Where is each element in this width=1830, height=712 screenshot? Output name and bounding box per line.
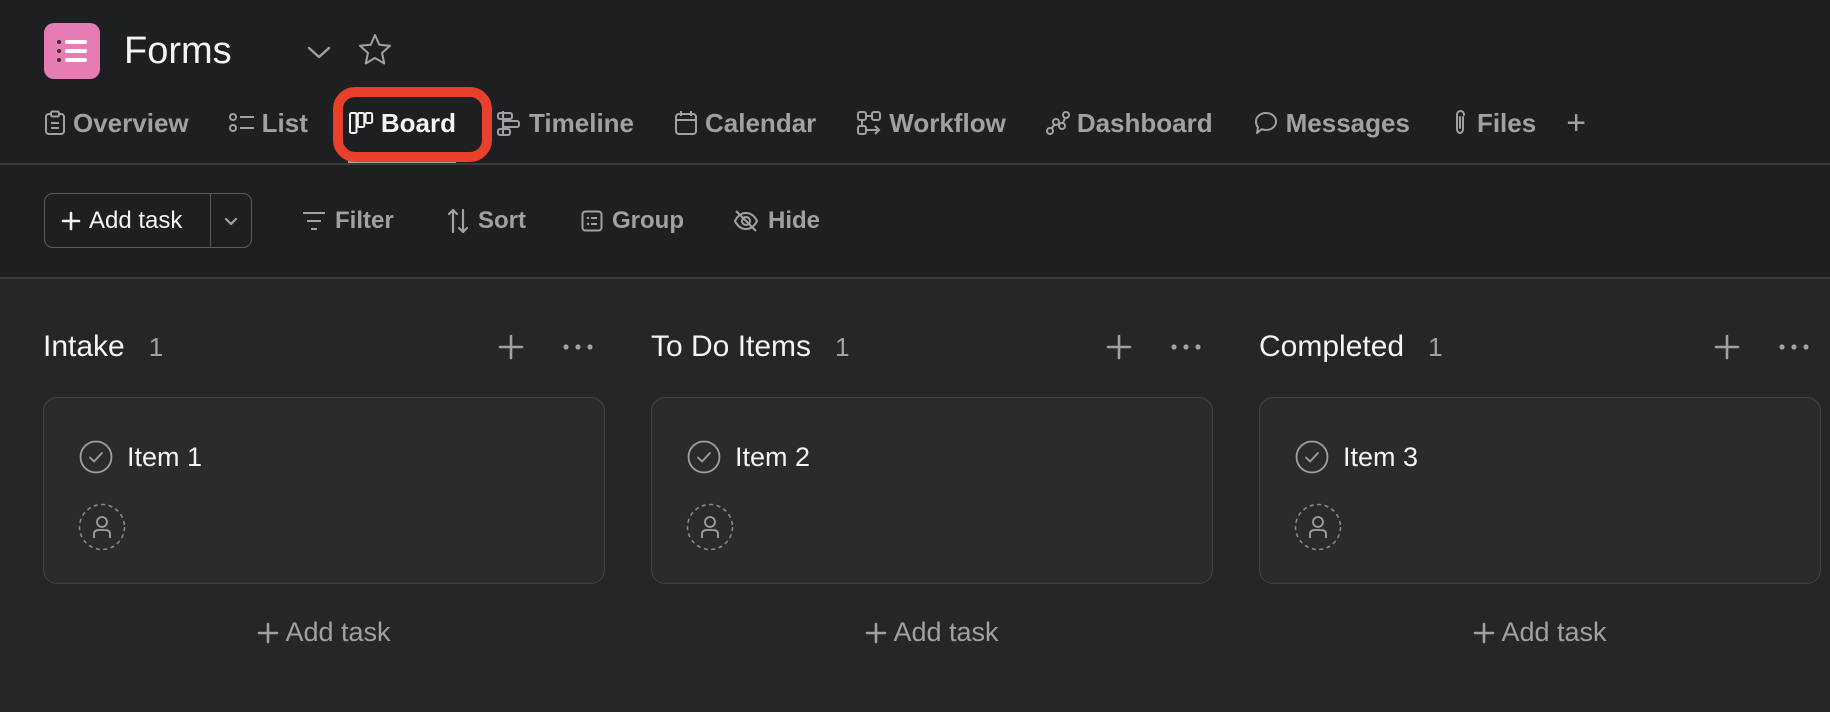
- task-title: Item 1: [127, 442, 203, 472]
- dashboard-icon: [1045, 111, 1070, 135]
- board-column-to-do-items: To Do Items 1 Item 2 Add task: [651, 279, 1214, 712]
- column-more-options-icon[interactable]: [1168, 332, 1204, 362]
- favorite-star-icon[interactable]: [357, 32, 393, 68]
- tab-label: Messages: [1285, 107, 1410, 138]
- tab-dashboard[interactable]: Dashboard: [1045, 100, 1213, 146]
- add-task-label: Add task: [89, 206, 183, 234]
- add-tab-button[interactable]: +: [1566, 100, 1586, 146]
- column-add-task-plus-icon[interactable]: [1104, 332, 1134, 362]
- tab-label: Workflow: [889, 107, 1006, 138]
- project-tabs: Overview List Board Timeline Calendar Wo…: [44, 100, 1586, 163]
- hide-button[interactable]: Hide: [733, 193, 820, 248]
- board-toolbar: Add task Filter Sort Group Hide: [0, 165, 1830, 277]
- task-title: Item 2: [735, 442, 811, 472]
- column-count: 1: [1428, 331, 1443, 362]
- task-title: Item 3: [1343, 442, 1419, 472]
- column-add-task-plus-icon[interactable]: [1712, 332, 1742, 362]
- task-card[interactable]: Item 2: [651, 397, 1213, 584]
- project-title: Forms: [124, 30, 232, 72]
- tab-label: Files: [1476, 107, 1537, 138]
- column-title[interactable]: To Do Items: [651, 330, 811, 364]
- add-task-button[interactable]: Add task: [45, 194, 210, 247]
- tab-overview[interactable]: Overview: [44, 100, 189, 146]
- plus-icon: [866, 622, 887, 643]
- project-menu-chevron-down-icon[interactable]: [303, 36, 335, 68]
- column-count: 1: [148, 331, 164, 362]
- column-header: Intake 1: [43, 327, 606, 367]
- plus-icon: [61, 211, 81, 230]
- filter-icon: [303, 211, 325, 230]
- add-task-dropdown-button[interactable]: [210, 194, 251, 247]
- group-icon: [581, 210, 603, 231]
- list-icon: [228, 113, 254, 132]
- assignee-placeholder-icon[interactable]: [1294, 503, 1342, 551]
- tab-messages[interactable]: Messages: [1253, 100, 1410, 146]
- eye-off-icon: [733, 209, 759, 232]
- paperclip-icon: [1455, 109, 1465, 135]
- add-task-label: Add task: [893, 617, 999, 647]
- column-add-task-plus-icon[interactable]: [496, 332, 526, 362]
- board-column-completed: Completed 1 Item 3 Add task: [1259, 279, 1822, 712]
- assignee-placeholder-icon[interactable]: [78, 503, 126, 551]
- tab-calendar[interactable]: Calendar: [674, 100, 816, 146]
- tab-label: Board: [380, 107, 456, 138]
- column-title[interactable]: Completed: [1259, 330, 1404, 364]
- complete-check-icon[interactable]: [687, 440, 721, 474]
- complete-check-icon[interactable]: [79, 440, 113, 474]
- tab-timeline[interactable]: Timeline: [496, 100, 634, 146]
- column-add-task-button[interactable]: Add task: [1259, 617, 1821, 648]
- board-icon: [348, 112, 373, 134]
- column-more-options-icon[interactable]: [560, 332, 596, 362]
- message-icon: [1254, 112, 1277, 134]
- add-task-label: Add task: [1501, 617, 1607, 647]
- sort-label: Sort: [478, 206, 526, 234]
- column-add-task-button[interactable]: Add task: [651, 617, 1213, 648]
- filter-label: Filter: [335, 206, 394, 234]
- project-icon: [44, 23, 100, 79]
- column-add-task-button[interactable]: Add task: [43, 617, 605, 648]
- tab-workflow[interactable]: Workflow: [856, 100, 1006, 146]
- assignee-placeholder-icon[interactable]: [686, 503, 734, 551]
- tab-files[interactable]: Files: [1450, 100, 1536, 146]
- group-button[interactable]: Group: [581, 193, 684, 248]
- project-header: Forms Overview List Board Timeline Calen…: [0, 0, 1830, 163]
- column-count: 1: [835, 331, 850, 362]
- add-task-split-button: Add task: [44, 193, 252, 248]
- hide-label: Hide: [768, 206, 821, 234]
- chevron-down-icon: [224, 217, 238, 225]
- sort-icon: [447, 208, 469, 233]
- column-header: To Do Items 1: [651, 327, 1214, 367]
- column-title[interactable]: Intake: [43, 330, 125, 364]
- workflow-icon: [857, 111, 882, 135]
- tab-label: List: [261, 107, 308, 138]
- plus-icon: [1474, 622, 1495, 643]
- tab-label: Dashboard: [1076, 107, 1213, 138]
- calendar-icon: [675, 111, 698, 135]
- column-header: Completed 1: [1259, 327, 1822, 367]
- tab-label: Calendar: [705, 107, 817, 138]
- sort-button[interactable]: Sort: [447, 193, 526, 248]
- board-column-intake: Intake 1 Item 1 Add task: [43, 279, 606, 712]
- add-task-label: Add task: [285, 617, 391, 647]
- task-card[interactable]: Item 3: [1259, 397, 1821, 584]
- list-icon: [57, 40, 87, 62]
- tab-board[interactable]: Board: [347, 100, 457, 163]
- timeline-icon: [497, 111, 520, 136]
- tab-label: Timeline: [529, 107, 635, 138]
- tab-label: Overview: [73, 107, 189, 138]
- tab-list[interactable]: List: [228, 100, 308, 146]
- board: Intake 1 Item 1 Add task To Do Items 1 I…: [0, 279, 1830, 712]
- column-more-options-icon[interactable]: [1776, 332, 1812, 362]
- complete-check-icon[interactable]: [1295, 440, 1329, 474]
- group-label: Group: [612, 206, 684, 234]
- clipboard-icon: [45, 110, 65, 135]
- filter-button[interactable]: Filter: [302, 193, 394, 248]
- plus-icon: [258, 622, 279, 643]
- task-card[interactable]: Item 1: [43, 397, 605, 584]
